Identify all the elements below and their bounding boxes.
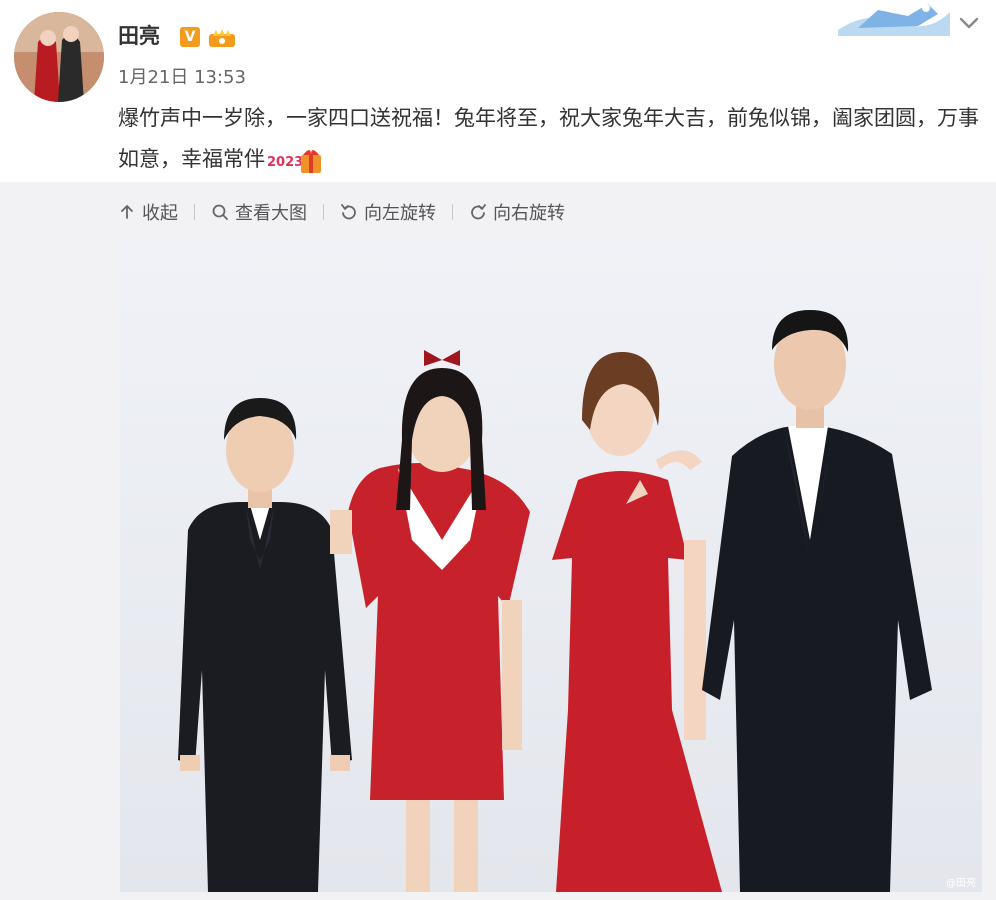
emoji-2023: 2023 <box>267 145 325 175</box>
toolbar-divider <box>323 204 324 220</box>
toolbar-divider <box>452 204 453 220</box>
collapse-arrow-icon <box>121 205 133 219</box>
post-header: 田亮 V 1月21日 13:53 爆竹声中一岁除，一家四口送祝福！兔年将至，祝大… <box>0 0 996 182</box>
crown-icon <box>209 29 235 47</box>
post-body: 爆竹声中一岁除，一家四口送祝福！兔年将至，祝大家兔年大吉，前兔似锦，阖家团圆，万… <box>118 106 979 171</box>
image-toolbar: 收起 查看大图 向左旋转 向右旋转 <box>118 196 565 228</box>
avatar-image <box>14 12 104 102</box>
chevron-down-icon[interactable] <box>956 10 982 36</box>
post-photo[interactable]: @田亮 <box>120 240 982 892</box>
family-photo: @田亮 <box>120 240 982 892</box>
view-large-label: 查看大图 <box>235 203 307 224</box>
view-large-button[interactable]: 查看大图 <box>211 199 307 225</box>
card-decoration-icon <box>838 4 950 36</box>
rotate-left-button[interactable]: 向左旋转 <box>340 199 436 225</box>
rotate-left-label: 向左旋转 <box>364 203 436 224</box>
rotate-right-label: 向右旋转 <box>493 203 565 224</box>
toolbar-divider <box>194 204 195 220</box>
rotate-left-icon <box>341 204 356 220</box>
rotate-right-button[interactable]: 向右旋转 <box>469 199 565 225</box>
verified-badge: V <box>180 27 200 47</box>
collapse-label: 收起 <box>142 203 178 224</box>
collapse-button[interactable]: 收起 <box>118 199 178 225</box>
search-icon <box>212 204 228 220</box>
post-timestamp[interactable]: 1月21日 13:53 <box>118 66 246 90</box>
avatar[interactable] <box>14 12 104 102</box>
gift-icon: 2023 <box>267 150 321 173</box>
photo-watermark: @田亮 <box>946 876 976 889</box>
emoji-text: 2023 <box>267 155 303 170</box>
author-name[interactable]: 田亮 <box>118 22 160 50</box>
post-text: 爆竹声中一岁除，一家四口送祝福！兔年将至，祝大家兔年大吉，前兔似锦，阖家团圆，万… <box>118 98 988 180</box>
rotate-right-icon <box>471 204 486 220</box>
